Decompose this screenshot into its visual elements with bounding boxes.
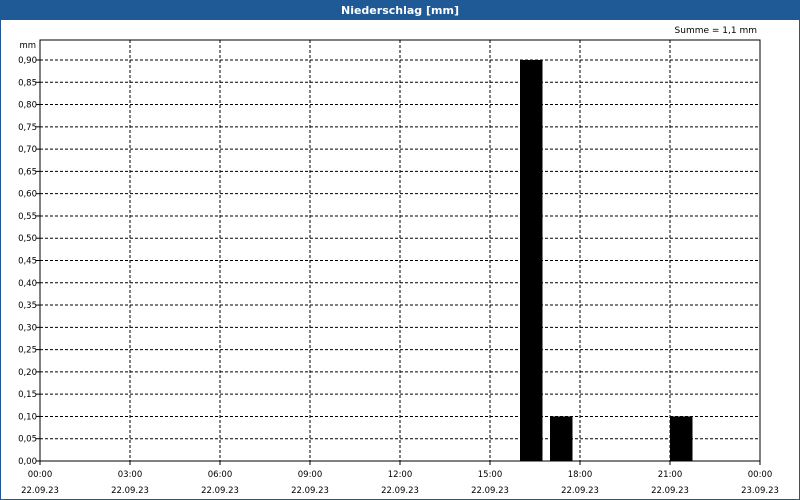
y-tick-label: 0,90: [18, 56, 37, 66]
x-tick-time-label: 21:00: [658, 470, 683, 480]
y-tick-label: 0,05: [18, 435, 37, 445]
y-axis-label: mm: [19, 41, 36, 51]
y-tick-label: 0,25: [18, 346, 37, 356]
x-tick-time-label: 18:00: [568, 470, 593, 480]
y-tick-label: 0,75: [18, 123, 37, 133]
y-tick-label: 0,80: [18, 101, 37, 111]
x-tick-time-label: 09:00: [298, 470, 323, 480]
x-tick-time-label: 06:00: [208, 470, 233, 480]
y-tick-label: 0,15: [18, 390, 37, 400]
y-tick-label: 0,55: [18, 212, 37, 222]
y-tick-label: 0,00: [18, 457, 37, 467]
y-tick-label: 0,10: [18, 412, 37, 422]
y-tick-label: 0,30: [18, 323, 37, 333]
y-tick-label: 0,20: [18, 368, 37, 378]
y-tick-label: 0,35: [18, 301, 37, 311]
x-tick-date-label: 22.09.23: [291, 486, 329, 496]
bar: [550, 416, 573, 461]
y-tick-label: 0,85: [18, 78, 37, 88]
bar: [670, 416, 693, 461]
y-tick-label: 0,40: [18, 279, 37, 289]
x-tick-date-label: 23.09.23: [741, 486, 779, 496]
y-tick-label: 0,45: [18, 257, 37, 267]
x-tick-time-label: 03:00: [118, 470, 143, 480]
y-tick-label: 0,50: [18, 234, 37, 244]
x-tick-date-label: 22.09.23: [21, 486, 59, 496]
y-tick-label: 0,70: [18, 145, 37, 155]
x-tick-time-label: 00:00: [28, 470, 53, 480]
x-tick-date-label: 22.09.23: [561, 486, 599, 496]
y-tick-label: 0,60: [18, 190, 37, 200]
x-tick-date-label: 22.09.23: [471, 486, 509, 496]
x-tick-date-label: 22.09.23: [111, 486, 149, 496]
x-tick-time-label: 12:00: [388, 470, 413, 480]
x-tick-time-label: 15:00: [478, 470, 503, 480]
y-tick-label: 0,65: [18, 167, 37, 177]
x-tick-date-label: 22.09.23: [651, 486, 689, 496]
x-tick-time-label: 00:00: [748, 470, 773, 480]
bar: [520, 60, 543, 461]
x-tick-date-label: 22.09.23: [201, 486, 239, 496]
chart-svg: 0,00 0,05 0,10 0,15 0,20 0,25 0,30 0,35 0,40 0,45…: [18, 39, 779, 496]
x-tick-date-label: 22.09.23: [381, 486, 419, 496]
